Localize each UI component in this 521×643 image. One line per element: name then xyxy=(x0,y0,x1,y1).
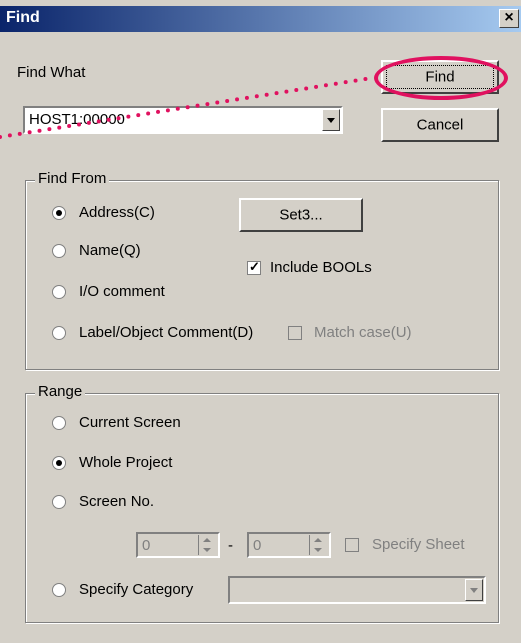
callout-dotted-line xyxy=(0,76,374,139)
